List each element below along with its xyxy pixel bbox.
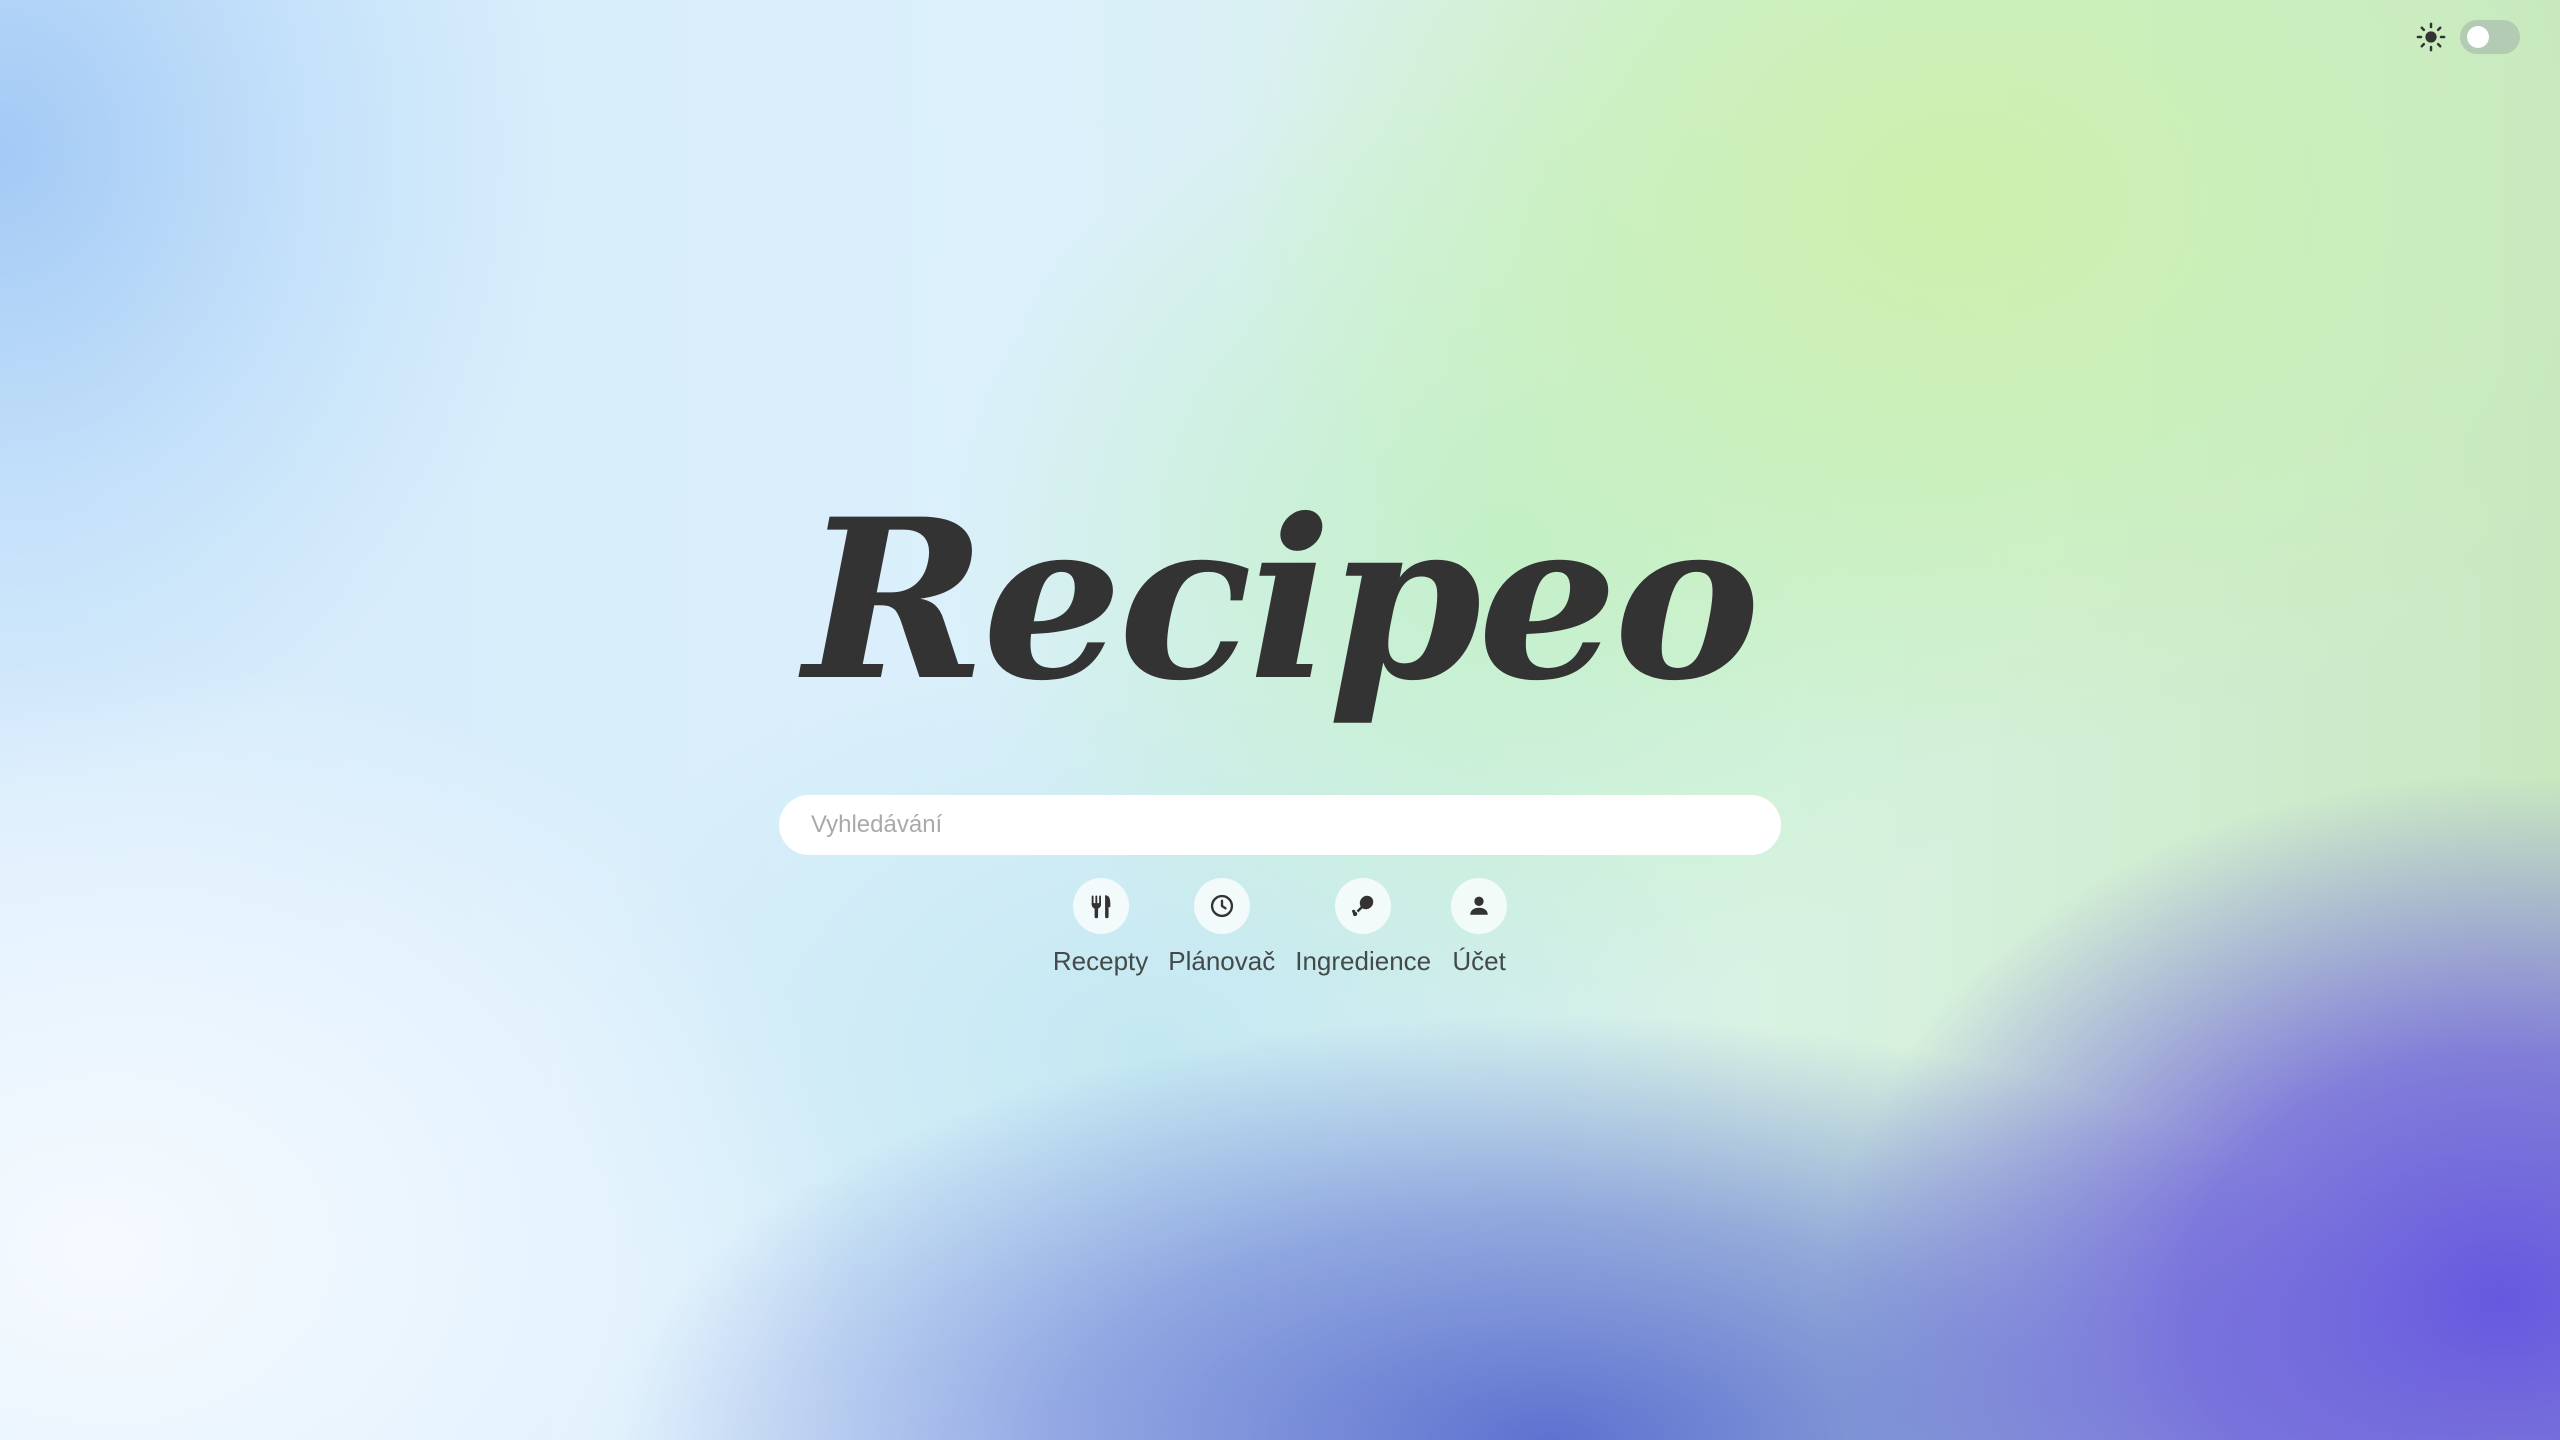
theme-toggle[interactable]	[2460, 20, 2520, 54]
fork-knife-icon	[1091, 895, 1110, 919]
nav-icon-button[interactable]	[1451, 878, 1508, 934]
nav-label: Ingredience	[1295, 946, 1432, 976]
nav-item-ucet[interactable]: Účet	[1451, 878, 1508, 977]
clock-icon	[1210, 894, 1233, 918]
nav-item-ingredience[interactable]: Ingredience	[1295, 878, 1431, 977]
theme-switch	[2416, 20, 2520, 54]
sun-icon	[2416, 22, 2446, 52]
user-icon	[1470, 896, 1488, 915]
nav-icon-button[interactable]	[1072, 878, 1129, 934]
nav-label: Účet	[1452, 946, 1506, 976]
nav-label: Plánovač	[1168, 946, 1276, 976]
nav-icon-button[interactable]	[1193, 878, 1250, 934]
search-input[interactable]	[809, 810, 1751, 840]
toggle-knob	[2467, 26, 2489, 48]
drumstick-icon	[1352, 895, 1374, 917]
main-nav: Recepty Plánovač Ingredience Účet	[0, 878, 2560, 977]
nav-label: Recepty	[1052, 946, 1149, 976]
nav-icon-button[interactable]	[1335, 878, 1392, 934]
nav-item-planovac[interactable]: Plánovač	[1168, 878, 1275, 977]
search-bar	[779, 795, 1781, 855]
app-logo: Recipeo	[803, 470, 1761, 729]
nav-item-recepty[interactable]: Recepty	[1053, 878, 1148, 977]
